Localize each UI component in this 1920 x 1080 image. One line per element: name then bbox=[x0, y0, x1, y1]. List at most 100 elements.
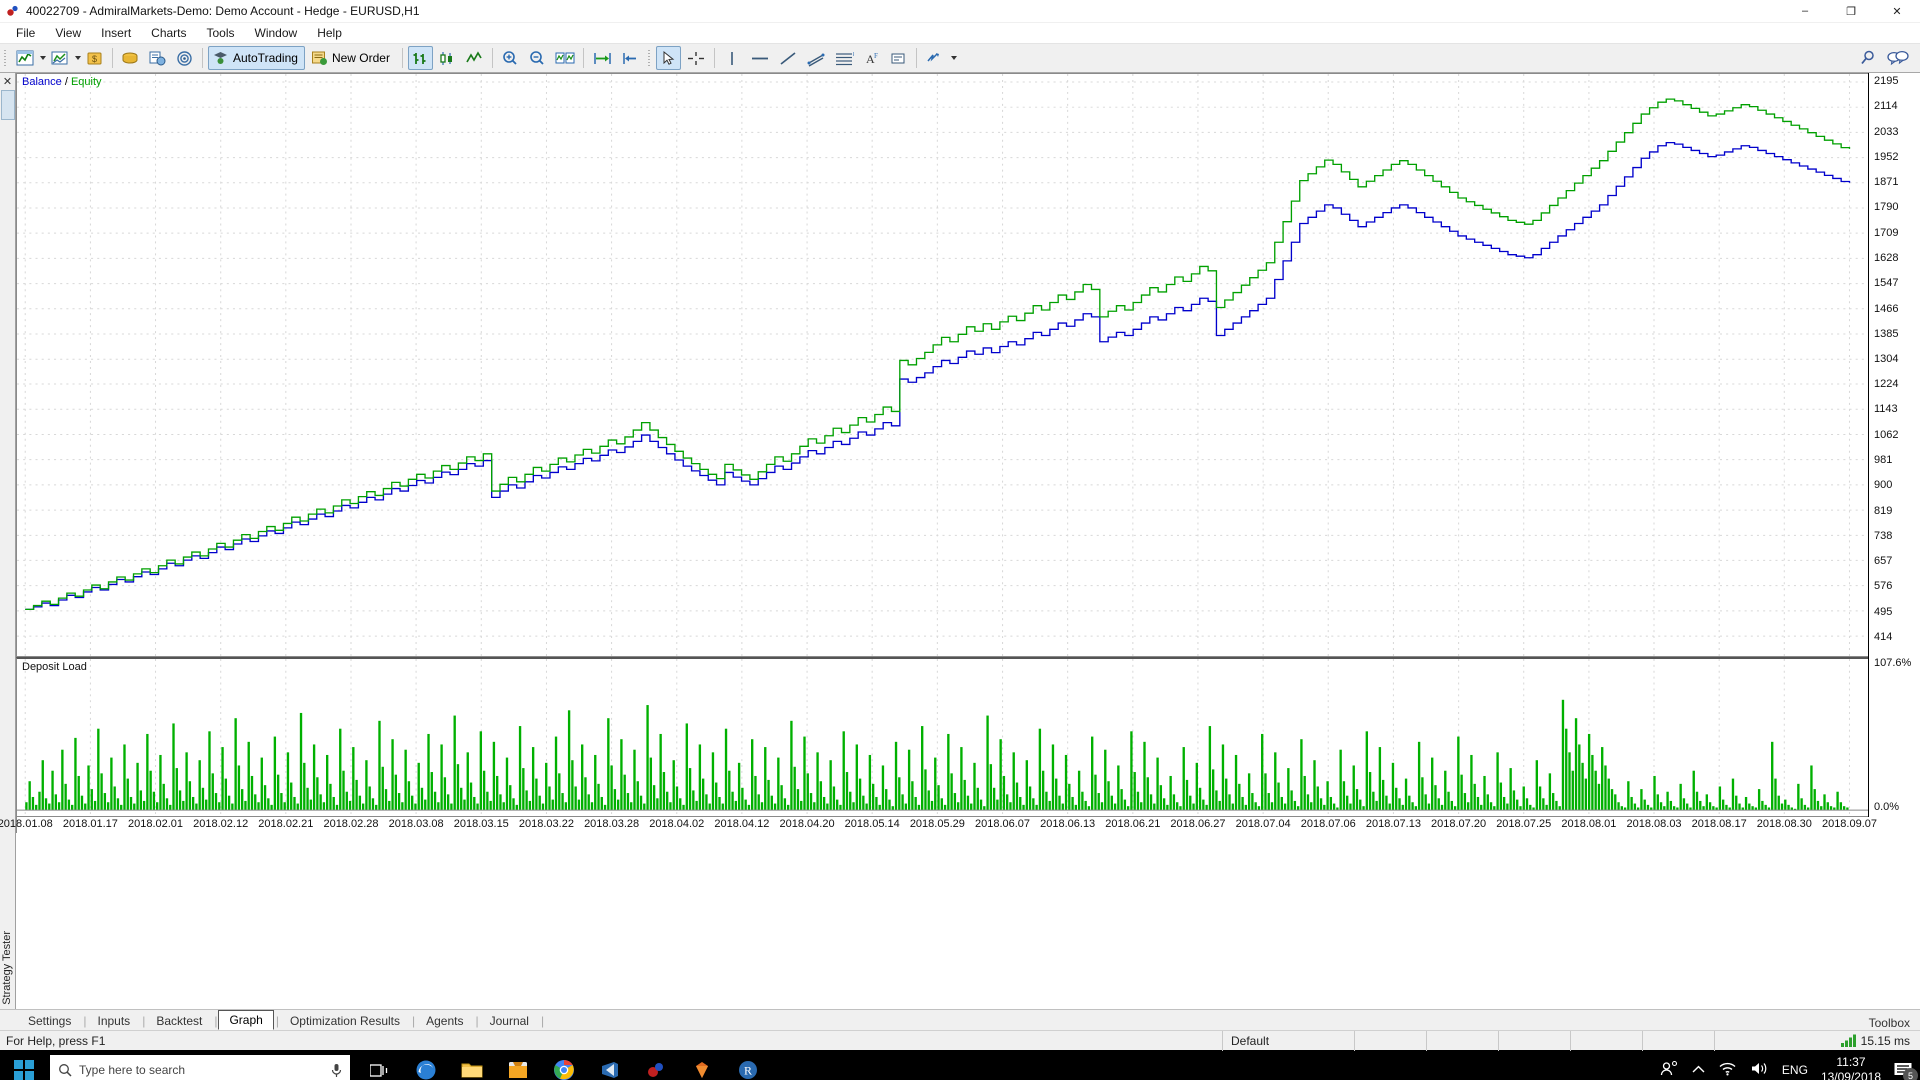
line-chart-icon[interactable] bbox=[462, 46, 487, 70]
auto-scroll-icon[interactable] bbox=[617, 46, 643, 70]
show-hidden-icons-icon[interactable] bbox=[1692, 1063, 1705, 1077]
date-tick: 2018.06.21 bbox=[1105, 818, 1160, 830]
legend-separator: / bbox=[65, 76, 68, 88]
status-cell-6 bbox=[1714, 1031, 1786, 1051]
date-tick: 2018.02.12 bbox=[193, 818, 248, 830]
cursor-icon[interactable] bbox=[656, 46, 681, 70]
file-explorer-icon[interactable] bbox=[450, 1050, 494, 1080]
new-order-button[interactable]: New Order bbox=[307, 46, 397, 70]
menu-item-insert[interactable]: Insert bbox=[91, 24, 141, 42]
tab-settings[interactable]: Settings bbox=[18, 1012, 81, 1030]
currency-icon[interactable]: $ bbox=[82, 46, 107, 70]
equity-chart-pane[interactable]: Balance / Equity bbox=[16, 73, 1868, 657]
tab-journal[interactable]: Journal bbox=[480, 1012, 539, 1030]
tab-separator: | bbox=[540, 1012, 545, 1030]
equidistant-channel-icon[interactable] bbox=[803, 46, 829, 70]
trendline-icon[interactable] bbox=[775, 46, 801, 70]
zoom-in-icon[interactable] bbox=[498, 46, 523, 70]
text-icon[interactable] bbox=[886, 46, 911, 70]
gem-app-icon[interactable] bbox=[680, 1050, 724, 1080]
tab-backtest[interactable]: Backtest bbox=[146, 1012, 212, 1030]
metatrader-icon[interactable] bbox=[634, 1050, 678, 1080]
menu-item-file[interactable]: File bbox=[6, 24, 45, 42]
rail-tab-handle[interactable] bbox=[1, 90, 15, 120]
toolbar-separator-6 bbox=[714, 48, 715, 68]
clock[interactable]: 11:37 13/09/2018 bbox=[1821, 1055, 1881, 1080]
shift-end-icon[interactable] bbox=[589, 46, 615, 70]
menu-item-window[interactable]: Window bbox=[245, 24, 308, 42]
toolbar-grip[interactable] bbox=[2, 48, 9, 68]
svg-text:E: E bbox=[853, 52, 854, 58]
horizontal-line-icon[interactable] bbox=[747, 46, 773, 70]
text-label-icon[interactable]: A F bbox=[859, 46, 884, 70]
deposit-load-pane[interactable]: Deposit Load bbox=[16, 657, 1868, 817]
date-tick: 2018.04.20 bbox=[780, 818, 835, 830]
crosshair-icon[interactable] bbox=[683, 46, 709, 70]
signal-bars-icon bbox=[1841, 1034, 1856, 1047]
zoom-out-icon[interactable] bbox=[525, 46, 550, 70]
chart-profiles-dropdown-icon[interactable] bbox=[75, 56, 81, 60]
menu-item-view[interactable]: View bbox=[45, 24, 91, 42]
bar-chart-icon[interactable] bbox=[408, 46, 433, 70]
toolbar-grip-2[interactable] bbox=[646, 48, 653, 68]
search-input[interactable]: Type here to search bbox=[50, 1055, 350, 1080]
close-icon[interactable]: ✕ bbox=[3, 75, 12, 88]
community-chat-icon[interactable] bbox=[1883, 46, 1913, 70]
chart-column: Balance / Equity Deposit Load 2018.01.08… bbox=[16, 73, 1868, 1009]
autotrading-button[interactable]: AutoTrading bbox=[208, 46, 305, 70]
strategy-tester-label: Strategy Tester bbox=[1, 931, 13, 1005]
arrows-dropdown-icon[interactable] bbox=[951, 56, 957, 60]
volume-icon[interactable] bbox=[1750, 1061, 1769, 1079]
new-chart-icon[interactable] bbox=[12, 46, 37, 70]
new-chart-dropdown-icon[interactable] bbox=[40, 56, 46, 60]
tab-inputs[interactable]: Inputs bbox=[87, 1012, 140, 1030]
price-axis[interactable]: 2195211420331952187117901709162815471466… bbox=[1868, 73, 1920, 657]
microsoft-store-icon[interactable] bbox=[496, 1050, 540, 1080]
maximize-button[interactable]: ❐ bbox=[1828, 0, 1874, 23]
arrows-icon[interactable] bbox=[922, 46, 948, 70]
market-watch-icon[interactable] bbox=[118, 46, 143, 70]
task-view-icon[interactable] bbox=[358, 1050, 402, 1080]
date-tick: 2018.02.21 bbox=[258, 818, 313, 830]
candlestick-chart-icon[interactable] bbox=[435, 46, 460, 70]
close-button[interactable]: ✕ bbox=[1874, 0, 1920, 23]
svg-text:R: R bbox=[744, 1064, 752, 1078]
menu-item-help[interactable]: Help bbox=[307, 24, 352, 42]
tab-agents[interactable]: Agents bbox=[416, 1012, 473, 1030]
search-icon bbox=[58, 1063, 72, 1077]
date-tick: 2018.07.25 bbox=[1496, 818, 1551, 830]
new-order-icon bbox=[311, 50, 328, 66]
fibonacci-icon[interactable]: E bbox=[831, 46, 857, 70]
autotrading-label: AutoTrading bbox=[233, 51, 298, 65]
tab-graph[interactable]: Graph bbox=[218, 1010, 273, 1030]
action-center-icon[interactable]: 5 bbox=[1894, 1062, 1912, 1078]
search-icon[interactable] bbox=[1855, 46, 1881, 70]
title-bar: 40022709 - AdmiralMarkets-Demo: Demo Acc… bbox=[0, 0, 1920, 23]
price-tick: 1304 bbox=[1874, 353, 1898, 365]
chart-profiles-icon[interactable] bbox=[47, 46, 72, 70]
window-controls: – ❐ ✕ bbox=[1782, 0, 1920, 23]
tile-windows-icon[interactable] bbox=[552, 46, 578, 70]
vertical-line-icon[interactable] bbox=[720, 46, 745, 70]
menu-item-charts[interactable]: Charts bbox=[141, 24, 196, 42]
chrome-icon[interactable] bbox=[542, 1050, 586, 1080]
vscode-icon[interactable] bbox=[588, 1050, 632, 1080]
language-indicator[interactable]: ENG bbox=[1782, 1063, 1808, 1077]
start-button[interactable] bbox=[0, 1050, 48, 1080]
navigator-icon[interactable] bbox=[172, 46, 197, 70]
deposit-load-plot bbox=[17, 659, 1868, 816]
edge-icon[interactable] bbox=[404, 1050, 448, 1080]
date-tick: 2018.05.29 bbox=[910, 818, 965, 830]
data-window-icon[interactable] bbox=[145, 46, 170, 70]
date-tick: 2018.02.28 bbox=[323, 818, 378, 830]
date-tick: 2018.03.15 bbox=[454, 818, 509, 830]
r-studio-icon[interactable]: R bbox=[726, 1050, 770, 1080]
minimize-button[interactable]: – bbox=[1782, 0, 1828, 23]
wifi-icon[interactable] bbox=[1718, 1061, 1737, 1079]
date-tick: 2018.03.28 bbox=[584, 818, 639, 830]
status-help-text: For Help, press F1 bbox=[0, 1034, 1222, 1048]
people-icon[interactable] bbox=[1660, 1060, 1679, 1080]
date-tick: 2018.08.17 bbox=[1692, 818, 1747, 830]
menu-item-tools[interactable]: Tools bbox=[197, 24, 245, 42]
tab-optimization-results[interactable]: Optimization Results bbox=[280, 1012, 410, 1030]
